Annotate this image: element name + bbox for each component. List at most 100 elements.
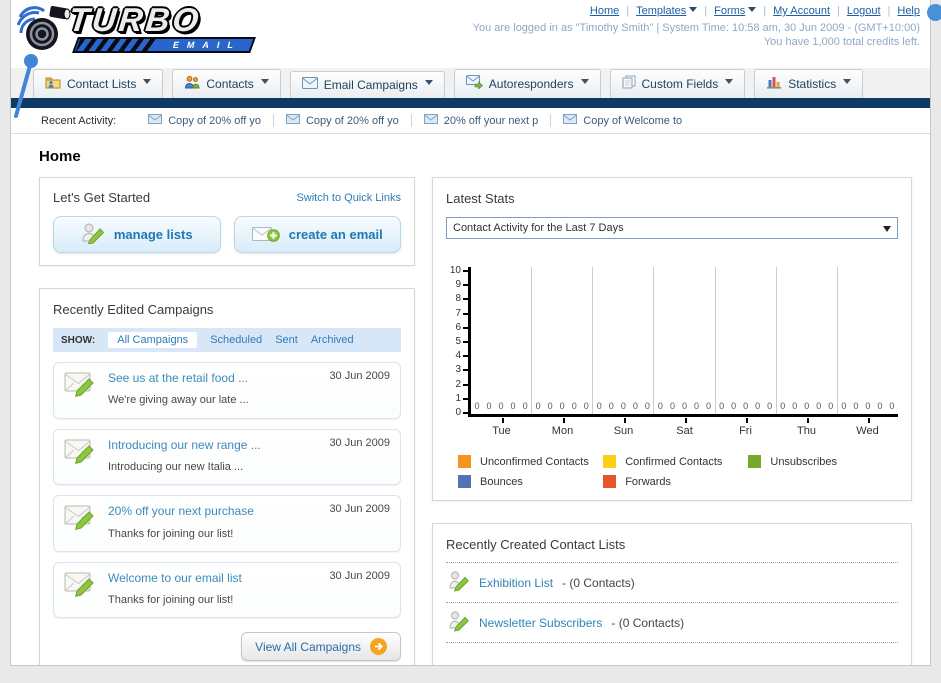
get-started-panel: Let's Get Started Switch to Quick Links … (39, 177, 415, 266)
bar-value-label: 0 (780, 401, 786, 411)
logo-text: TURBO EMAIL (67, 1, 256, 53)
bar-value-label: 0 (498, 401, 504, 411)
legend-swatch (748, 455, 762, 468)
y-tick-label: 1 (455, 393, 468, 403)
manage-lists-button[interactable]: manage lists (53, 216, 221, 253)
campaign-item[interactable]: Introducing our new range ... Introducin… (53, 428, 401, 486)
chart-day-column: 00000 (716, 267, 777, 414)
campaign-title-link[interactable]: Introducing our new range ... (108, 437, 261, 454)
chart-day-column: 00000 (654, 267, 716, 414)
legend-label: Forwards (625, 475, 672, 488)
y-tick-label: 9 (455, 280, 468, 290)
chevron-down-icon (748, 6, 757, 16)
top-link-templates[interactable]: Templates (636, 5, 698, 17)
bar-value-label: 0 (841, 401, 847, 411)
campaign-subtitle: Thanks for joining our list! (108, 594, 234, 607)
activity-link-label: Copy of 20% off yo (168, 114, 261, 127)
chevron-down-icon (725, 79, 734, 88)
recent-activity-bar: Recent Activity: Copy of 20% off yo Copy… (11, 108, 930, 134)
contact-list-link[interactable]: Newsletter Subscribers (479, 616, 602, 630)
filter-archived[interactable]: Archived (311, 334, 354, 346)
y-tick-label: 3 (455, 365, 468, 375)
legend-swatch (603, 475, 617, 488)
bar-value-label: 0 (681, 401, 687, 411)
bar-value-label: 0 (608, 401, 614, 411)
tab-statistics[interactable]: Statistics (754, 69, 864, 98)
tab-contacts[interactable]: Contacts (172, 69, 281, 98)
contact-list-link[interactable]: Exhibition List (479, 576, 553, 590)
top-link-forms[interactable]: Forms (714, 5, 757, 17)
contact-list-item: Exhibition List - (0 Contacts) (446, 563, 898, 603)
app-logo[interactable]: TURBO EMAIL (16, 1, 256, 60)
stats-period-value: Contact Activity for the Last 7 Days (453, 222, 624, 234)
divider (888, 5, 891, 17)
campaign-date: 30 Jun 2009 (329, 436, 390, 449)
envelope-pencil-icon (64, 437, 98, 469)
view-all-campaigns-button[interactable]: View All Campaigns (241, 632, 401, 662)
top-link-help[interactable]: Help (897, 5, 920, 17)
show-label: SHOW: (61, 334, 96, 346)
stats-period-select[interactable]: Contact Activity for the Last 7 Days (446, 217, 898, 239)
button-label: manage lists (113, 227, 193, 242)
recent-activity-item[interactable]: Copy of 20% off yo (274, 114, 412, 127)
chart-day-column: 00000 (593, 267, 655, 414)
x-tick-label: Mon (532, 418, 593, 437)
tab-contact-lists[interactable]: Contact Lists (33, 69, 164, 98)
y-tick-label: 0 (455, 407, 468, 417)
legend-item: Bounces (458, 475, 603, 488)
campaign-title-link[interactable]: 20% off your next purchase (108, 503, 254, 520)
contact-activity-chart: 10 9 8 7 6 5 4 3 2 1 0 000000000000000000000000000… (446, 266, 898, 488)
recent-activity-item[interactable]: Copy of 20% off yo (136, 114, 274, 127)
main-nav: Contact Lists Contacts Email Campaigns A… (11, 68, 930, 98)
create-email-button[interactable]: create an email (233, 216, 401, 253)
legend-swatch (458, 475, 471, 488)
switch-quick-links[interactable]: Switch to Quick Links (296, 192, 401, 204)
x-tick-label: Tue (471, 418, 532, 437)
y-tick-label: 8 (455, 294, 468, 304)
chart-day-column: 00000 (777, 267, 838, 414)
tab-custom-fields[interactable]: Custom Fields (609, 69, 746, 98)
help-bubble-dot (927, 4, 941, 21)
logo-word-turbo: TURBO (67, 1, 204, 38)
chart-day-column: 00000 (471, 267, 533, 414)
top-link-home[interactable]: Home (590, 5, 619, 17)
divider (837, 5, 840, 17)
recent-activity-item[interactable]: 20% off your next p (412, 114, 552, 127)
divider (626, 5, 629, 17)
tab-email-campaigns[interactable]: Email Campaigns (289, 71, 445, 98)
tab-autoresponders[interactable]: Autoresponders (453, 69, 601, 98)
activity-link-label: Copy of 20% off yo (305, 114, 399, 127)
filter-sent[interactable]: Sent (275, 334, 298, 346)
top-link-logout[interactable]: Logout (847, 5, 881, 17)
bar-value-label: 0 (535, 401, 541, 411)
campaign-item[interactable]: Welcome to our email list Thanks for joi… (53, 561, 401, 619)
button-label: create an email (288, 227, 383, 242)
recent-activity-item[interactable]: Copy of Welcome to (551, 114, 694, 127)
latest-stats-title: Latest Stats (446, 191, 515, 206)
bar-value-label: 0 (620, 401, 626, 411)
legend-label: Unsubscribes (770, 455, 838, 468)
top-link-my-account[interactable]: My Account (773, 5, 830, 17)
bar-value-label: 0 (804, 401, 810, 411)
campaign-title-link[interactable]: See us at the retail food ... (108, 370, 249, 387)
campaign-item[interactable]: 20% off your next purchase Thanks for jo… (53, 495, 401, 552)
bar-value-label: 0 (632, 401, 638, 411)
bar-value-label: 0 (865, 401, 871, 411)
envelope-icon (285, 114, 300, 127)
bar-value-label: 0 (657, 401, 663, 411)
filter-scheduled[interactable]: Scheduled (210, 334, 262, 346)
logo-email-banner: EMAIL (72, 37, 256, 53)
filter-all-campaigns[interactable]: All Campaigns (108, 332, 198, 348)
header-right: Home Templates Forms My Account Logout H… (473, 5, 920, 48)
bar-value-label: 0 (547, 401, 553, 411)
y-tick-label: 10 (450, 266, 468, 276)
campaign-title-link[interactable]: Welcome to our email list (108, 570, 242, 587)
campaign-item[interactable]: See us at the retail food ... We're givi… (53, 362, 401, 419)
campaign-date: 30 Jun 2009 (329, 370, 390, 382)
legend-item: Forwards (603, 475, 748, 488)
pages-icon (622, 75, 636, 92)
y-tick-label: 7 (455, 308, 468, 318)
bar-value-label: 0 (792, 401, 798, 411)
get-started-title: Let's Get Started (53, 190, 151, 205)
chart-y-axis: 10 9 8 7 6 5 4 3 2 1 0 (446, 266, 468, 418)
